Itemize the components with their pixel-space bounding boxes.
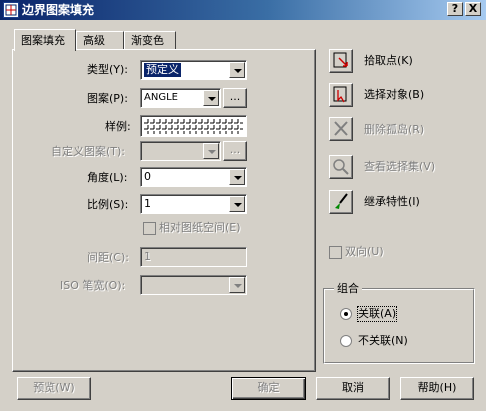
ok-button[interactable]: 确定 <box>231 377 306 400</box>
iso-pen-select[interactable] <box>140 275 247 295</box>
spacing-input[interactable]: 1 <box>140 247 247 267</box>
double-checkbox[interactable] <box>329 246 342 259</box>
select-objects-button[interactable] <box>329 83 353 107</box>
swatch-label: 样例: <box>105 120 131 133</box>
relative-checkbox[interactable] <box>143 222 156 235</box>
custom-pattern-label: 自定义图案(T): <box>51 145 126 158</box>
chevron-down-icon[interactable] <box>229 169 245 185</box>
chevron-down-icon[interactable] <box>203 90 219 106</box>
view-selections-label[interactable]: 查看选择集(V) <box>364 160 435 174</box>
chevron-down-icon[interactable] <box>229 62 245 78</box>
remove-islands-icon <box>334 121 348 136</box>
scale-label: 比例(S): <box>87 198 129 211</box>
spacing-label: 间距(C): <box>87 251 129 264</box>
pick-points-icon <box>333 52 348 68</box>
close-title-button[interactable]: X <box>465 2 481 16</box>
select-objects-label[interactable]: 选择对象(B) <box>364 88 424 102</box>
pattern-browse-button[interactable]: ... <box>223 88 247 108</box>
help-title-button[interactable]: ? <box>447 2 463 16</box>
type-label: 类型(Y): <box>87 63 129 76</box>
composition-group <box>323 288 475 364</box>
custom-browse-button[interactable]: ... <box>223 141 247 161</box>
chevron-down-icon[interactable] <box>229 277 245 293</box>
pattern-select[interactable]: ANGLE <box>140 88 221 108</box>
tab-gradient[interactable]: 渐变色 <box>124 31 176 50</box>
chevron-down-icon[interactable] <box>203 143 219 159</box>
iso-pen-label: ISO 笔宽(O): <box>60 279 126 292</box>
help-button[interactable]: 帮助(H) <box>400 377 474 400</box>
remove-islands-label[interactable]: 删除孤岛(R) <box>364 123 424 137</box>
spacing-value: 1 <box>144 250 151 263</box>
inherit-properties-label[interactable]: 继承特性(I) <box>364 195 420 209</box>
select-objects-icon <box>333 86 347 103</box>
inherit-properties-button[interactable] <box>329 190 353 214</box>
type-select[interactable]: 预定义 <box>140 60 247 80</box>
type-value: 预定义 <box>143 62 182 78</box>
pick-points-button[interactable] <box>329 49 353 73</box>
tab-hatch[interactable]: 图案填充 <box>14 29 76 51</box>
app-icon <box>3 2 19 18</box>
angle-label: 角度(L): <box>87 171 128 184</box>
paintbrush-icon <box>335 193 348 209</box>
associative-label[interactable]: 关联(A) <box>356 306 398 322</box>
angle-value: 0 <box>144 170 151 183</box>
tab-advanced[interactable]: 高级 <box>76 31 124 50</box>
relative-label: 相对图纸空间(E) <box>159 221 241 234</box>
window-title: 边界图案填充 <box>22 3 95 17</box>
preview-button[interactable]: 预览(W) <box>17 377 91 400</box>
magnifier-icon <box>333 159 349 175</box>
associative-radio[interactable] <box>340 308 352 320</box>
pattern-swatch[interactable] <box>140 115 247 137</box>
pattern-label: 图案(P): <box>87 92 128 105</box>
view-selections-button[interactable] <box>329 155 353 179</box>
remove-islands-button[interactable] <box>329 117 353 141</box>
composition-title: 组合 <box>334 282 362 296</box>
pattern-value: ANGLE <box>144 92 178 103</box>
scale-select[interactable]: 1 <box>140 194 247 214</box>
cancel-button[interactable]: 取消 <box>316 377 390 400</box>
nonassociative-label[interactable]: 不关联(N) <box>358 334 408 348</box>
double-label: 双向(U) <box>345 245 384 258</box>
custom-pattern-select[interactable] <box>140 141 221 161</box>
swatch-pattern-image <box>144 118 243 134</box>
chevron-down-icon[interactable] <box>229 196 245 212</box>
nonassociative-radio[interactable] <box>340 335 352 347</box>
angle-select[interactable]: 0 <box>140 167 247 187</box>
pick-points-label[interactable]: 拾取点(K) <box>364 54 413 68</box>
scale-value: 1 <box>144 197 151 210</box>
